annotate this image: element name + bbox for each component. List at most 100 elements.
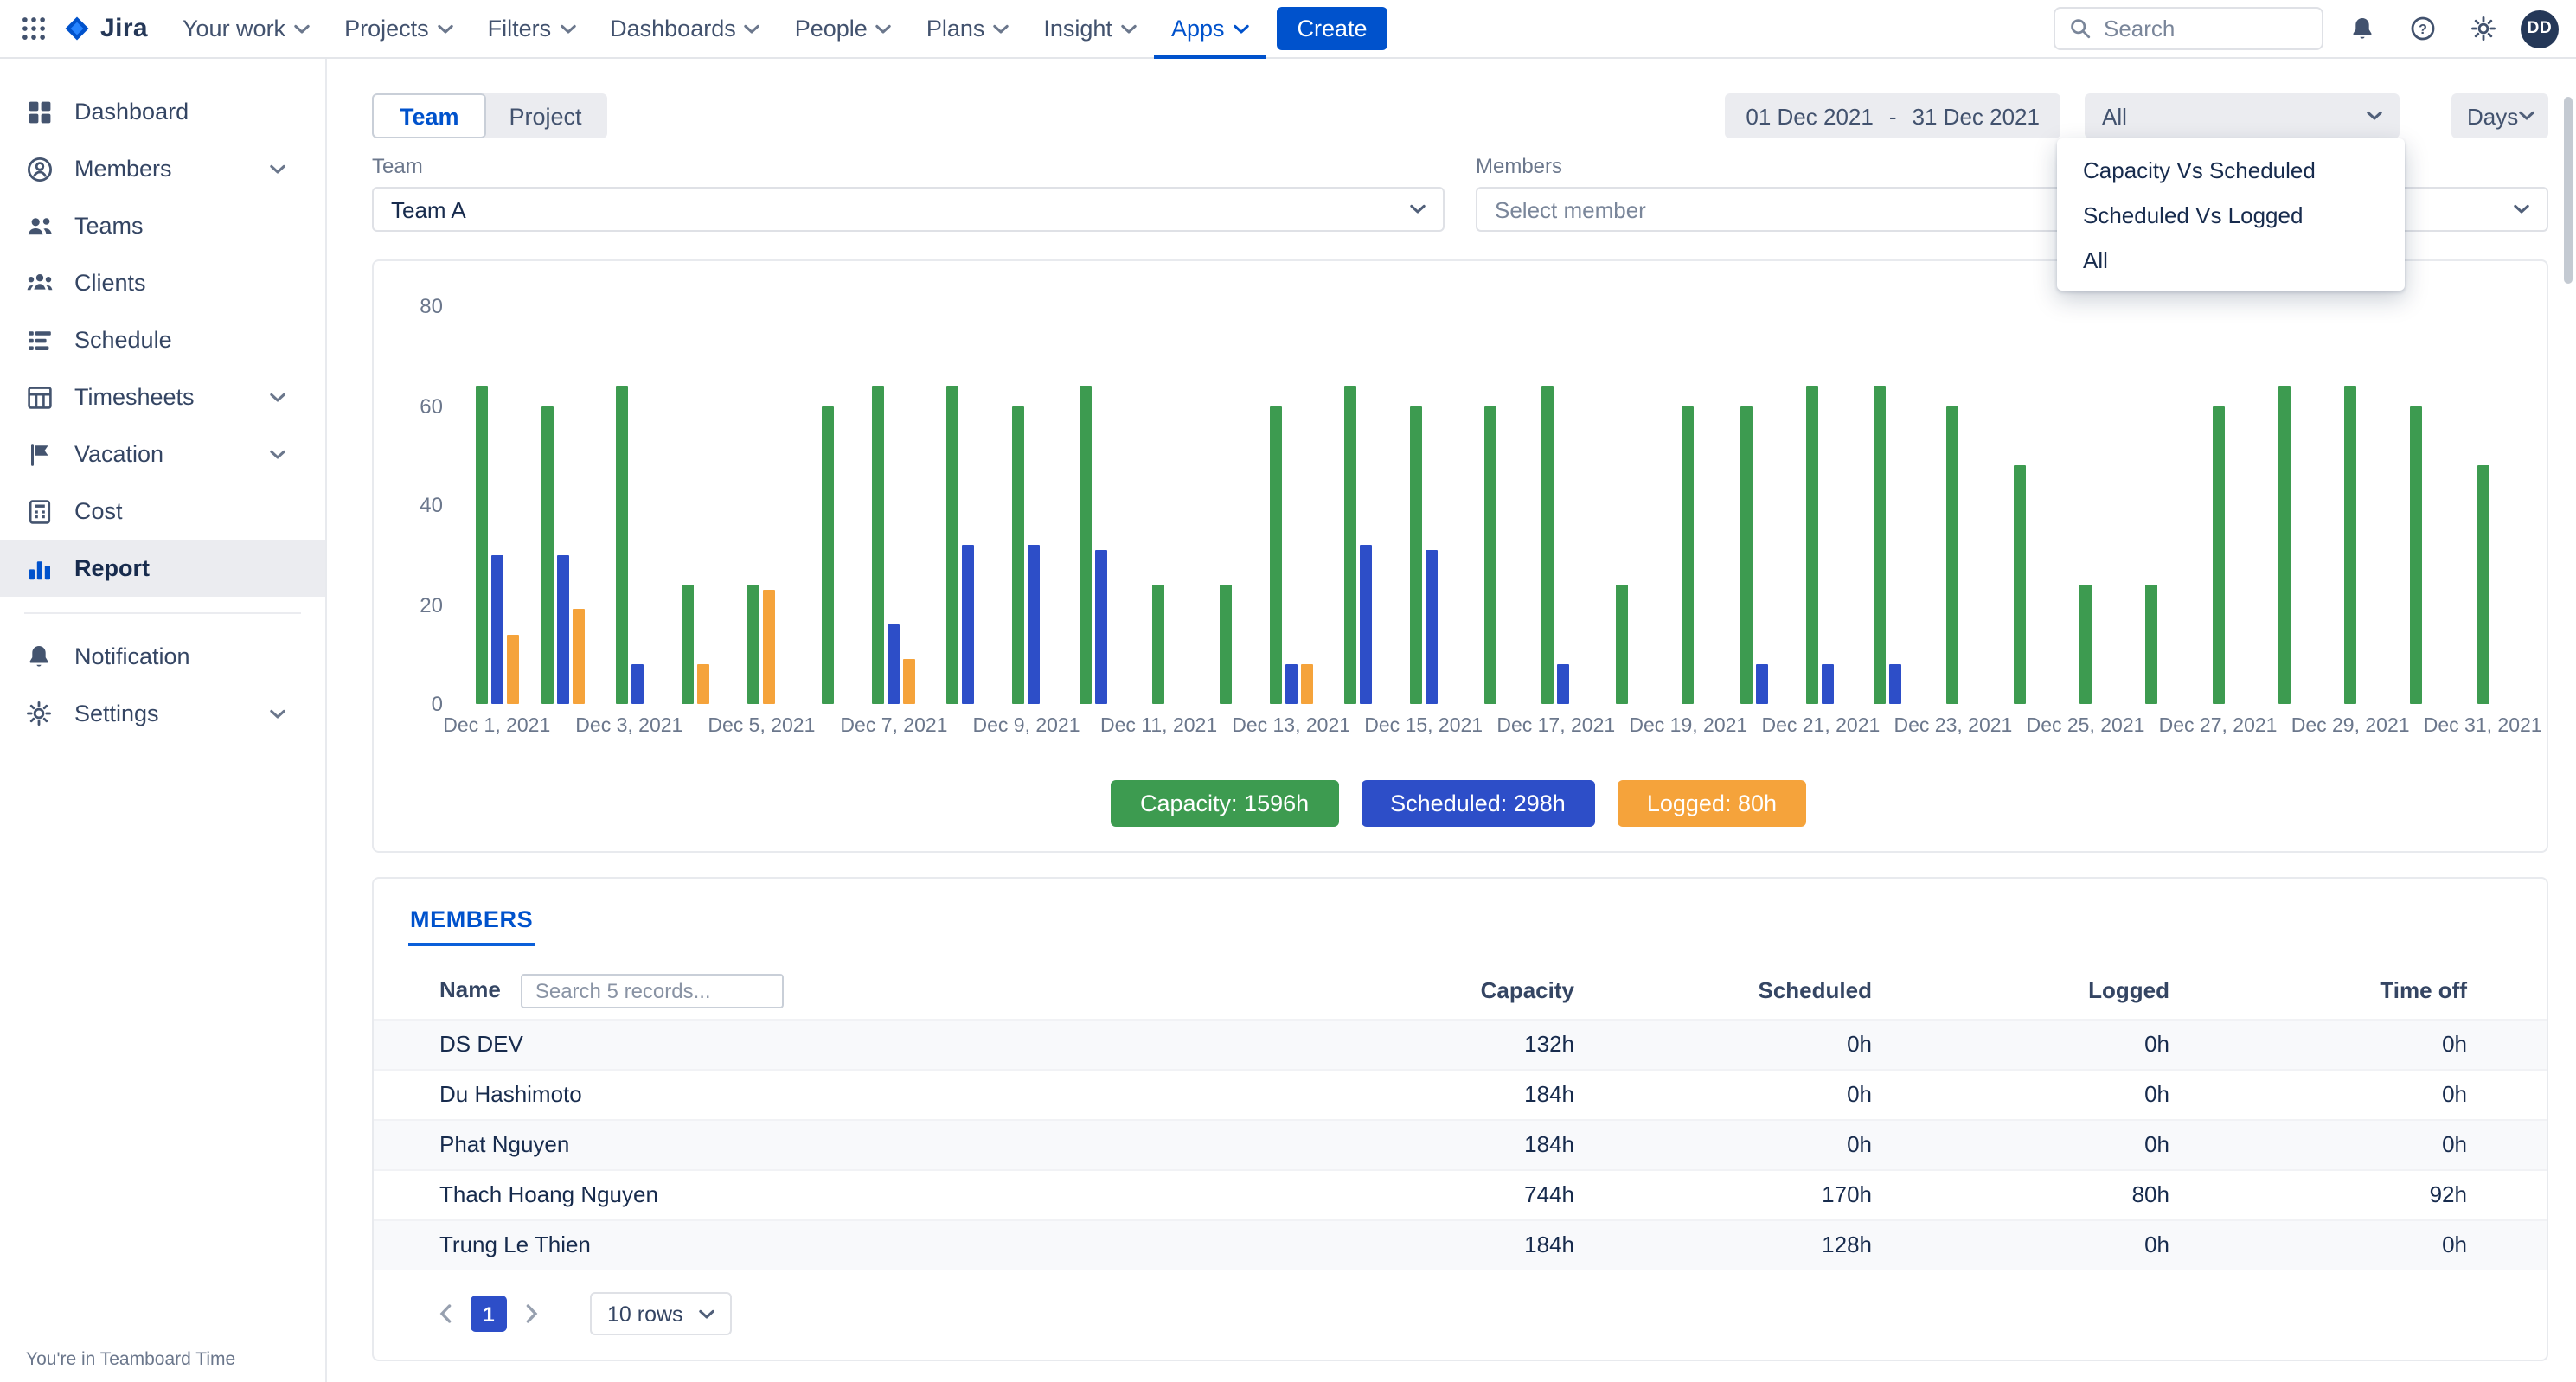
prev-page-button[interactable] bbox=[436, 1304, 455, 1323]
x-axis: Dec 1, 2021Dec 3, 2021Dec 5, 2021Dec 7, … bbox=[464, 716, 2515, 740]
dashboard-icon bbox=[26, 98, 55, 125]
next-page-button[interactable] bbox=[522, 1304, 541, 1323]
sidebar-item-report[interactable]: Report bbox=[0, 540, 325, 597]
chart-day-group bbox=[464, 386, 530, 704]
chart-day-group bbox=[2053, 585, 2119, 704]
team-select[interactable]: Team A bbox=[372, 187, 1445, 232]
sidebar-item-label: Timesheets bbox=[74, 384, 195, 410]
nav-item-your-work[interactable]: Your work bbox=[165, 0, 327, 58]
bar-capacity bbox=[1483, 406, 1496, 704]
member-value: 0h bbox=[2249, 1069, 2547, 1119]
search-input[interactable] bbox=[2104, 16, 2308, 42]
rows-per-page-value: 10 rows bbox=[607, 1302, 683, 1326]
tab-project[interactable]: Project bbox=[484, 93, 608, 138]
chart-day-group bbox=[1125, 585, 1192, 704]
sidebar-item-cost[interactable]: Cost bbox=[0, 483, 325, 540]
chart-day-group bbox=[530, 406, 597, 704]
x-tick: Dec 11, 2021 bbox=[1125, 716, 1192, 740]
nav-item-apps[interactable]: Apps bbox=[1154, 0, 1266, 58]
member-value: 184h bbox=[1356, 1069, 1654, 1119]
table-row[interactable]: Du Hashimoto184h0h0h0h bbox=[374, 1069, 2547, 1119]
legend-pill-scheduled[interactable]: Scheduled: 298h bbox=[1361, 780, 1595, 827]
table-row[interactable]: Phat Nguyen184h0h0h0h bbox=[374, 1119, 2547, 1169]
tab-members[interactable]: MEMBERS bbox=[408, 899, 535, 946]
legend-pill-capacity[interactable]: Capacity: 1596h bbox=[1111, 780, 1338, 827]
nav-item-dashboards[interactable]: Dashboards bbox=[593, 0, 778, 58]
bar-capacity bbox=[822, 406, 834, 704]
dropdown-option-scheduled-vs-logged[interactable]: Scheduled Vs Logged bbox=[2057, 192, 2405, 237]
create-button[interactable]: Create bbox=[1277, 7, 1388, 50]
members-table: NameCapacityScheduledLoggedTime off DS D… bbox=[374, 963, 2547, 1270]
bar-capacity bbox=[475, 386, 487, 704]
chevron-down-icon bbox=[876, 23, 892, 34]
help-button[interactable]: ? bbox=[2400, 6, 2445, 51]
unit-select[interactable]: Days bbox=[2451, 93, 2548, 138]
bar-scheduled bbox=[1359, 545, 1371, 704]
nav-item-filters[interactable]: Filters bbox=[471, 0, 593, 58]
sidebar-item-teams[interactable]: Teams bbox=[0, 197, 325, 254]
app-switcher-button[interactable] bbox=[10, 6, 55, 51]
nav-item-label: Dashboards bbox=[610, 16, 736, 42]
settings-button[interactable] bbox=[2460, 6, 2505, 51]
dropdown-option-all[interactable]: All bbox=[2057, 237, 2405, 282]
sidebar-item-dashboard[interactable]: Dashboard bbox=[0, 83, 325, 140]
member-value: 744h bbox=[1356, 1169, 1654, 1219]
page-number-button[interactable]: 1 bbox=[471, 1296, 507, 1332]
teams-icon bbox=[26, 212, 55, 240]
member-value: 170h bbox=[1654, 1169, 1951, 1219]
legend-pill-logged[interactable]: Logged: 80h bbox=[1618, 780, 1806, 827]
bar-logged bbox=[506, 635, 518, 705]
nav-item-plans[interactable]: Plans bbox=[909, 0, 1027, 58]
sidebar-divider bbox=[0, 597, 325, 628]
sidebar-item-schedule[interactable]: Schedule bbox=[0, 311, 325, 368]
search-icon bbox=[2069, 17, 2092, 40]
x-tick: Dec 15, 2021 bbox=[1390, 716, 1457, 740]
member-value: 132h bbox=[1356, 1019, 1654, 1069]
jira-logo-icon bbox=[62, 14, 92, 43]
member-value: 0h bbox=[2249, 1219, 2547, 1270]
topbar-right: ? DD bbox=[2054, 6, 2559, 51]
help-icon: ? bbox=[2409, 16, 2435, 42]
bar-capacity bbox=[2013, 465, 2025, 704]
sidebar-item-notification[interactable]: Notification bbox=[0, 628, 325, 685]
sidebar-item-label: Report bbox=[74, 555, 150, 581]
bar-scheduled bbox=[1823, 664, 1835, 704]
toolbar-right-controls: 01 Dec 2021 - 31 Dec 2021 All Days bbox=[1725, 93, 2548, 138]
sidebar-item-members[interactable]: Members bbox=[0, 140, 325, 197]
nav-item-insight[interactable]: Insight bbox=[1026, 0, 1154, 58]
jira-home-link[interactable]: Jira bbox=[55, 14, 165, 43]
team-filter: Team Team A bbox=[372, 154, 1445, 232]
dropdown-option-capacity-vs-scheduled[interactable]: Capacity Vs Scheduled bbox=[2057, 147, 2405, 192]
chart-day-group bbox=[927, 386, 994, 704]
members-search-input[interactable] bbox=[522, 974, 785, 1008]
tab-team[interactable]: Team bbox=[372, 93, 487, 138]
pagination: 1 10 rows bbox=[374, 1270, 2547, 1346]
sidebar-item-timesheets[interactable]: Timesheets bbox=[0, 368, 325, 425]
bar-scheduled bbox=[490, 555, 503, 705]
bar-capacity bbox=[1270, 406, 1282, 704]
avatar[interactable]: DD bbox=[2521, 10, 2559, 48]
x-tick-label: Dec 31, 2021 bbox=[2424, 716, 2542, 737]
nav-item-people[interactable]: People bbox=[778, 0, 909, 58]
nav-item-projects[interactable]: Projects bbox=[327, 0, 471, 58]
sidebar-item-settings[interactable]: Settings bbox=[0, 685, 325, 742]
bar-capacity bbox=[1079, 386, 1091, 704]
cost-icon bbox=[26, 497, 55, 525]
date-range-picker[interactable]: 01 Dec 2021 - 31 Dec 2021 bbox=[1725, 93, 2060, 138]
table-row[interactable]: Trung Le Thien184h128h0h0h bbox=[374, 1219, 2547, 1270]
sidebar-item-clients[interactable]: Clients bbox=[0, 254, 325, 311]
sidebar-item-vacation[interactable]: Vacation bbox=[0, 425, 325, 483]
member-value: 0h bbox=[1951, 1019, 2249, 1069]
table-row[interactable]: DS DEV132h0h0h0h bbox=[374, 1019, 2547, 1069]
chevron-down-icon bbox=[699, 1308, 714, 1319]
metric-select[interactable]: All bbox=[2085, 93, 2400, 138]
scrollbar-thumb[interactable] bbox=[2564, 97, 2573, 284]
notification-icon bbox=[26, 643, 55, 669]
chart-day-group bbox=[2317, 386, 2384, 704]
chart-day-group bbox=[1060, 386, 1126, 704]
notifications-button[interactable] bbox=[2339, 6, 2384, 51]
table-row[interactable]: Thach Hoang Nguyen744h170h80h92h bbox=[374, 1169, 2547, 1219]
rows-per-page-select[interactable]: 10 rows bbox=[590, 1292, 732, 1335]
search-box[interactable] bbox=[2054, 7, 2323, 50]
bar-scheduled bbox=[1285, 664, 1298, 704]
